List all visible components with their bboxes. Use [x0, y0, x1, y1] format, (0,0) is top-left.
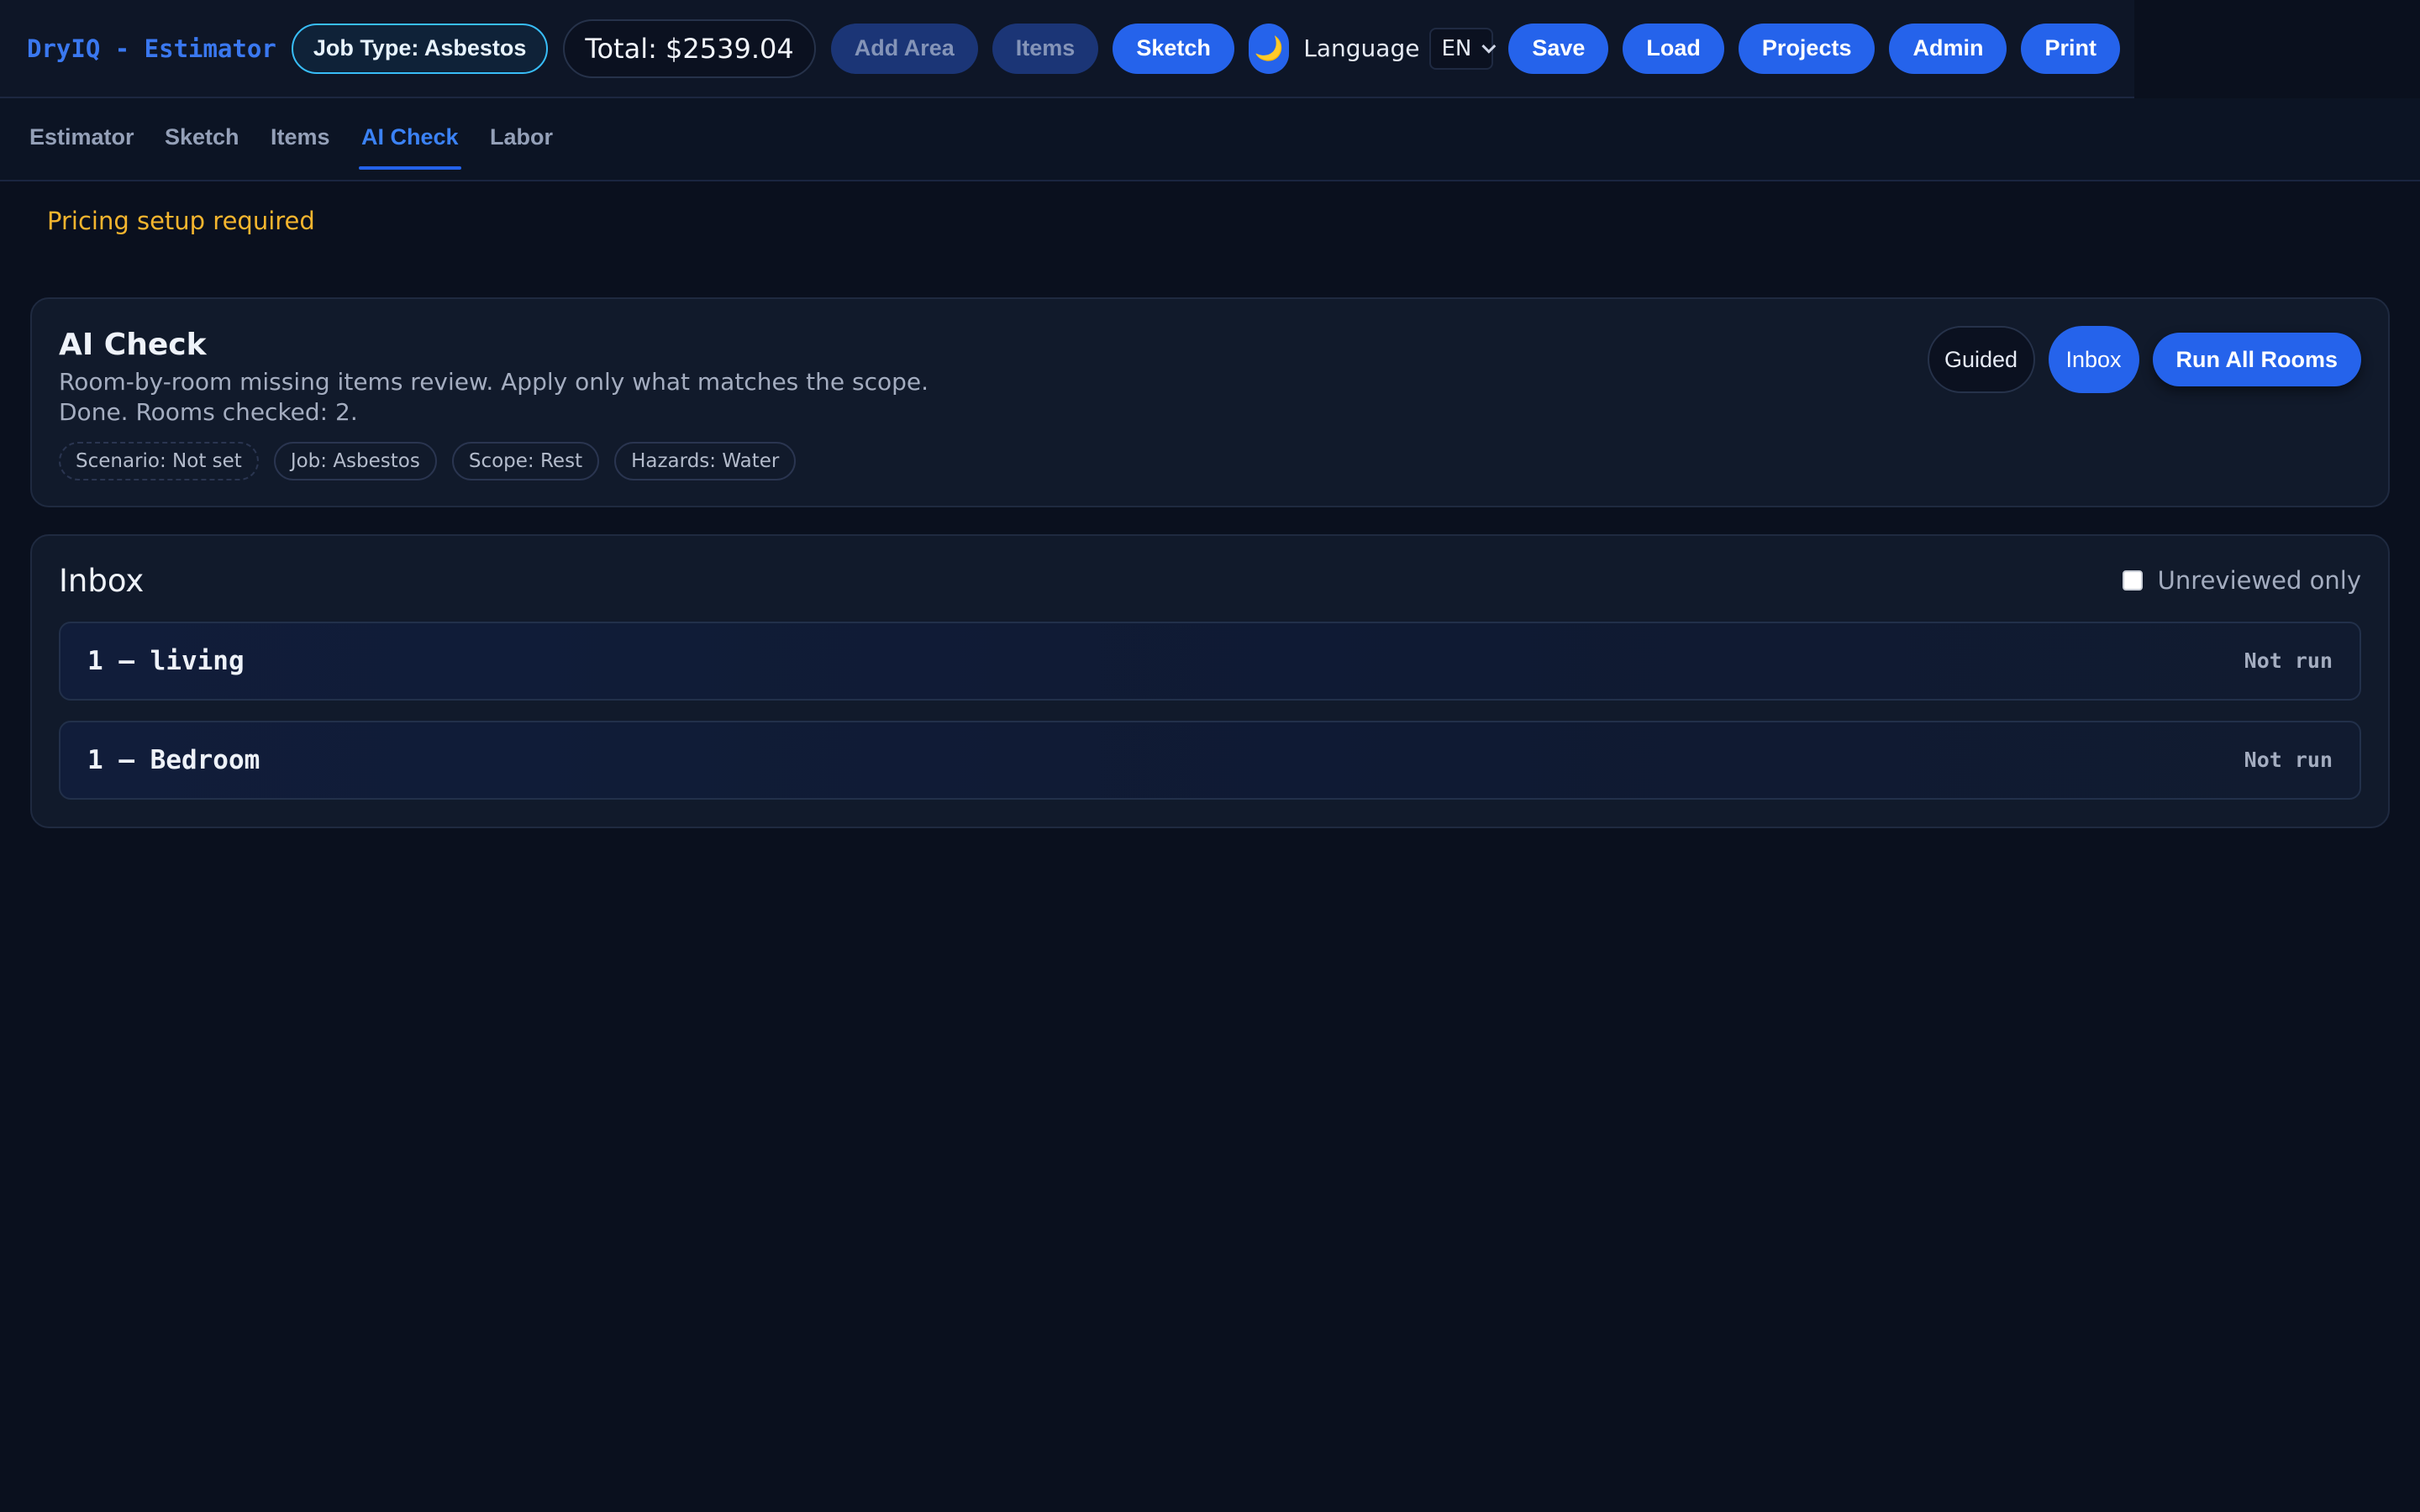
scope-pill: Scope: Rest: [451, 442, 600, 480]
mode-guided-button[interactable]: Guided: [1927, 326, 2035, 393]
tab-sketch[interactable]: Sketch: [165, 98, 239, 181]
hazards-pill: Hazards: Water: [614, 442, 797, 480]
ai-check-title: AI Check: [59, 328, 207, 362]
tab-ai-check[interactable]: AI Check: [359, 98, 461, 181]
add-area-button[interactable]: Add Area: [830, 23, 978, 74]
save-button[interactable]: Save: [1508, 23, 1609, 74]
chevron-down-icon: [1481, 39, 1497, 54]
inbox-card: Inbox Unreviewed only 1 — living Not run…: [30, 534, 2390, 828]
projects-button[interactable]: Projects: [1738, 23, 1876, 74]
job-type-button[interactable]: Job Type: Asbestos: [291, 23, 549, 74]
ai-check-status: Done. Rooms checked: 2.: [59, 398, 358, 426]
room-row[interactable]: 1 — living Not run: [59, 622, 2361, 701]
language-value: EN: [1441, 35, 1472, 61]
app-brand: DryIQ - Estimator: [27, 34, 276, 63]
room-row[interactable]: 1 — Bedroom Not run: [59, 721, 2361, 800]
room-name: 1 — living: [87, 646, 245, 676]
items-button[interactable]: Items: [992, 23, 1099, 74]
room-status: Not run: [2244, 648, 2333, 673]
ai-check-actions: Guided Inbox Run All Rooms: [1927, 326, 2361, 393]
pricing-warning: Pricing setup required: [47, 207, 315, 235]
theme-toggle-button[interactable]: 🌙: [1248, 23, 1290, 74]
inbox-title: Inbox: [59, 563, 145, 599]
tab-estimator[interactable]: Estimator: [29, 98, 134, 181]
total-display: Total: $2539.04: [563, 18, 816, 78]
print-button[interactable]: Print: [2021, 23, 2120, 74]
moon-icon: 🌙: [1254, 35, 1284, 61]
ai-check-description: Room-by-room missing items review. Apply…: [59, 368, 929, 396]
top-toolbar: DryIQ - Estimator Job Type: Asbestos Tot…: [0, 0, 2134, 98]
sketch-button[interactable]: Sketch: [1113, 23, 1234, 74]
mode-inbox-button[interactable]: Inbox: [2048, 326, 2139, 393]
language-label: Language: [1303, 34, 1420, 62]
unreviewed-filter[interactable]: Unreviewed only: [2122, 566, 2361, 595]
admin-button[interactable]: Admin: [1889, 23, 2007, 74]
tab-items[interactable]: Items: [271, 98, 330, 181]
scenario-pill: Scenario: Not set: [59, 442, 259, 480]
scope-pills: Scenario: Not set Job: Asbestos Scope: R…: [59, 442, 811, 480]
tab-labor[interactable]: Labor: [490, 98, 553, 181]
job-pill: Job: Asbestos: [273, 442, 437, 480]
room-name: 1 — Bedroom: [87, 745, 260, 775]
ai-check-card: AI Check Room-by-room missing items revi…: [30, 297, 2390, 507]
language-select[interactable]: EN: [1429, 27, 1497, 70]
room-status: Not run: [2244, 748, 2333, 772]
load-button[interactable]: Load: [1623, 23, 1724, 74]
run-all-rooms-button[interactable]: Run All Rooms: [2152, 333, 2361, 386]
unreviewed-label: Unreviewed only: [2157, 566, 2361, 595]
unreviewed-checkbox[interactable]: [2122, 570, 2143, 591]
main-tabs: Estimator Sketch Items AI Check Labor: [0, 98, 2420, 181]
